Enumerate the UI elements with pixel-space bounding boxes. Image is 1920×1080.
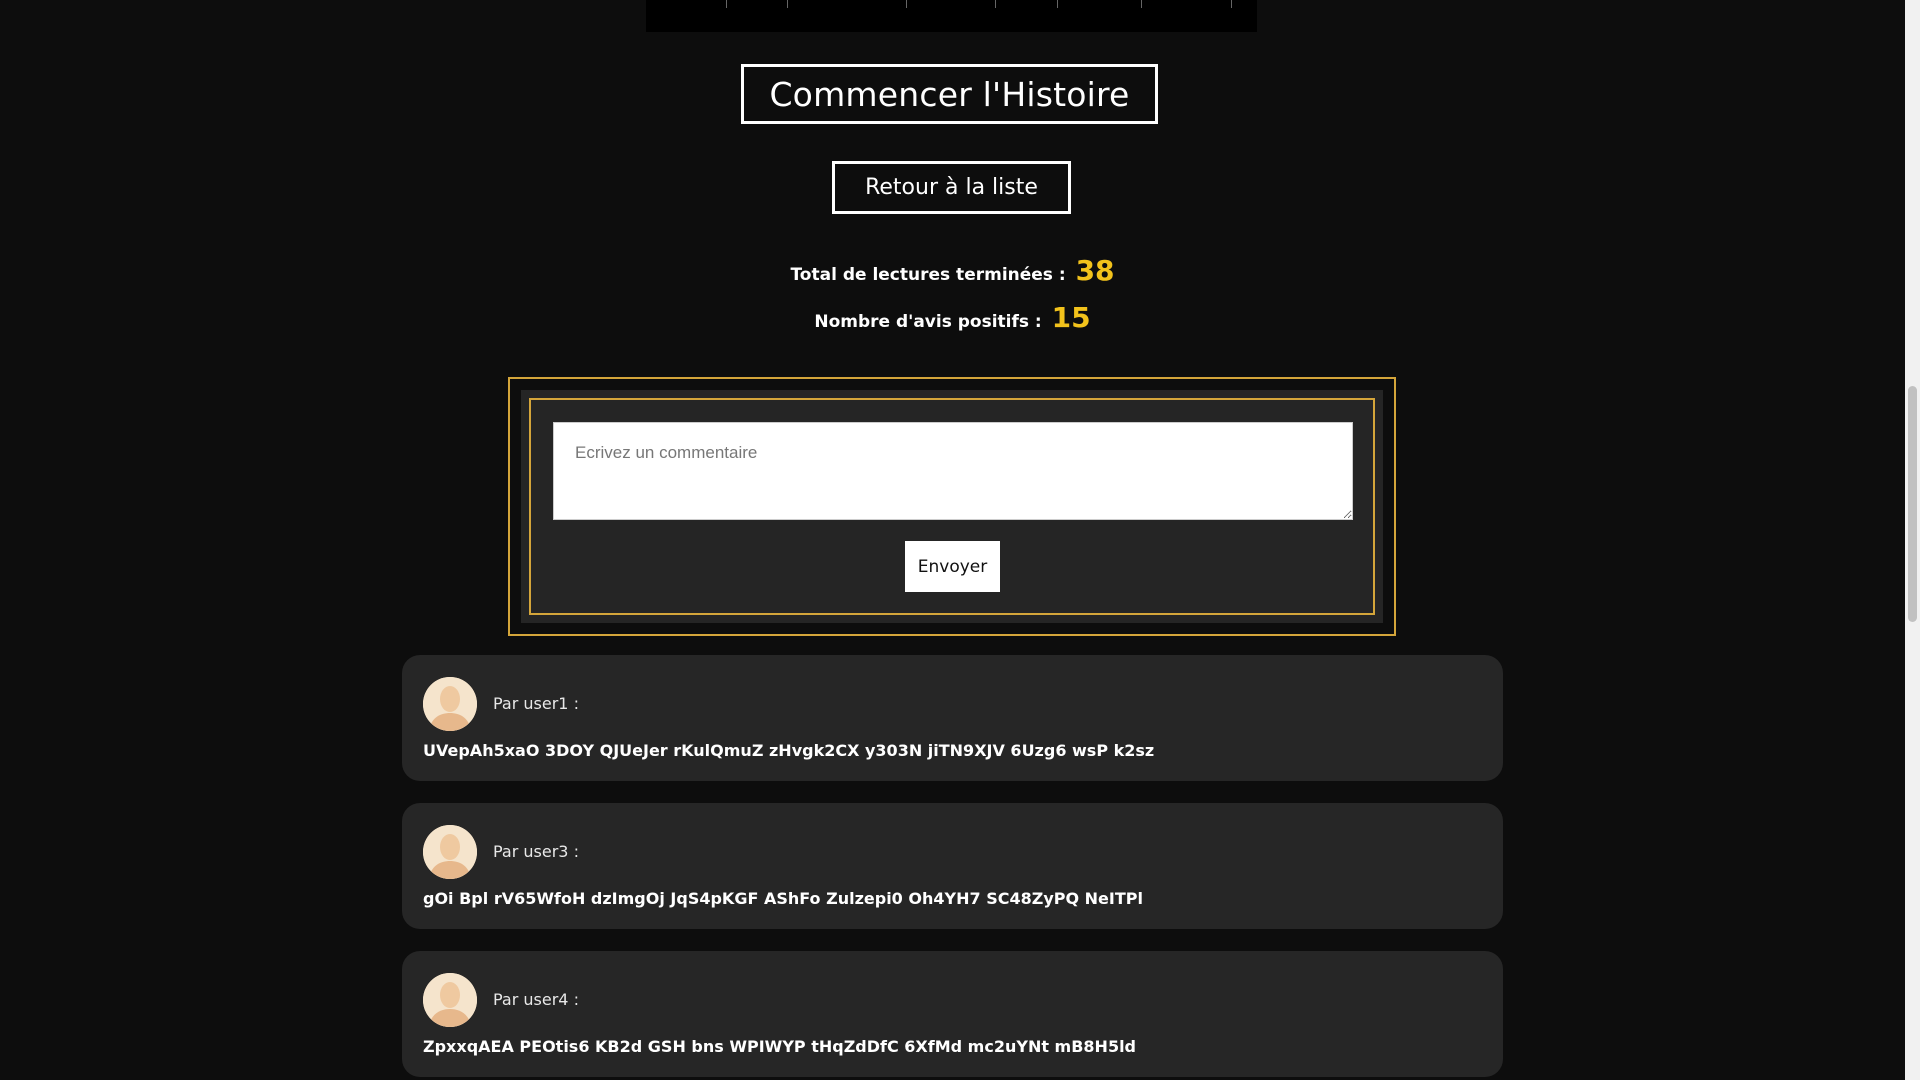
comment-card: Par user4 : ZpxxqAEA PEOtis6 KB2d GSH bn… [402, 951, 1503, 1077]
comment-text: ZpxxqAEA PEOtis6 KB2d GSH bns WPIWYP tHq… [423, 1037, 1137, 1056]
story-page: Commencer l'Histoire Retour à la liste T… [0, 0, 1905, 1080]
divider [995, 0, 996, 8]
comment-form-panel: Envoyer [521, 390, 1383, 623]
positive-reviews-label: Nombre d'avis positifs : [814, 312, 1042, 332]
user-avatar-icon [423, 677, 477, 731]
comment-text: gOi Bpl rV65WfoH dzImgOj JqS4pKGF AShFo … [423, 889, 1143, 908]
comment-card: Par user1 : UVepAh5xaO 3DOY QJUeJer rKul… [402, 655, 1503, 781]
divider [787, 0, 788, 8]
positive-reviews-value: 15 [1051, 301, 1091, 334]
start-story-button[interactable]: Commencer l'Histoire [741, 64, 1158, 124]
comment-input[interactable] [553, 422, 1353, 520]
user-avatar-icon [423, 825, 477, 879]
divider [1231, 0, 1232, 8]
divider [906, 0, 907, 8]
comment-form: Envoyer [508, 377, 1396, 636]
reads-total-label: Total de lectures terminées : [790, 265, 1066, 285]
user-avatar-icon [423, 973, 477, 1027]
reads-total-stat: Total de lectures terminées : 38 [0, 254, 1905, 287]
comment-form-frame: Envoyer [529, 398, 1375, 615]
comment-author: Par user4 : [493, 990, 579, 1009]
comment-author: Par user3 : [493, 842, 579, 861]
back-to-list-button[interactable]: Retour à la liste [832, 161, 1071, 214]
divider [1141, 0, 1142, 8]
send-comment-button[interactable]: Envoyer [905, 541, 1000, 592]
positive-reviews-stat: Nombre d'avis positifs : 15 [0, 301, 1905, 334]
page-scrollbar[interactable] [1905, 0, 1920, 1080]
reads-total-value: 38 [1075, 254, 1115, 287]
divider [726, 0, 727, 8]
comment-text: UVepAh5xaO 3DOY QJUeJer rKulQmuZ zHvgk2C… [423, 741, 1155, 760]
divider [1057, 0, 1058, 8]
story-cover-image [646, 0, 1257, 32]
scrollbar-thumb[interactable] [1908, 386, 1917, 622]
comment-card: Par user3 : gOi Bpl rV65WfoH dzImgOj JqS… [402, 803, 1503, 929]
comment-author: Par user1 : [493, 694, 579, 713]
